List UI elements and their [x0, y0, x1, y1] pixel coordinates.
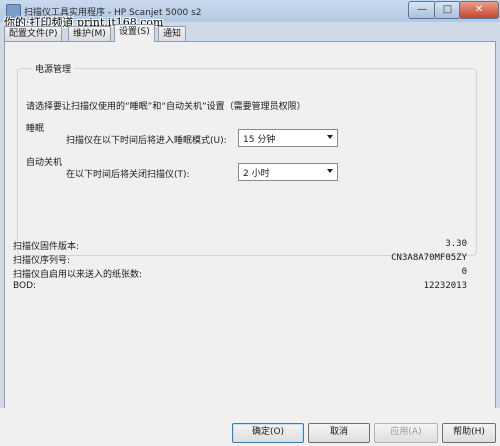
page-count-value: 0: [461, 267, 467, 277]
maximize-button[interactable]: □: [434, 1, 461, 19]
sleep-time-dropdown[interactable]: 15 分钟: [238, 129, 338, 147]
help-button[interactable]: 帮助(H): [442, 423, 496, 443]
bod-label: BOD:: [13, 281, 37, 291]
sleep-heading: 睡眠: [26, 124, 45, 134]
tab-notifications[interactable]: 通知: [158, 26, 187, 41]
chevron-down-icon: [327, 135, 333, 139]
tab-profiles[interactable]: 配置文件(P): [4, 26, 63, 41]
cancel-button[interactable]: 取消: [308, 423, 370, 443]
tab-strip: 配置文件(P) 维护(M) 设置(S) 通知: [4, 24, 496, 42]
minimize-button[interactable]: —: [408, 1, 436, 19]
autooff-time-value: 2 小时: [243, 169, 270, 179]
ok-button[interactable]: 确定(O): [232, 423, 304, 443]
tab-maintenance[interactable]: 维护(M): [68, 26, 111, 41]
close-button[interactable]: ✕: [459, 1, 499, 19]
firmware-version-value: 3.30: [445, 239, 467, 249]
autooff-time-dropdown[interactable]: 2 小时: [238, 163, 338, 181]
chevron-down-icon: [327, 169, 333, 173]
sleep-time-value: 15 分钟: [243, 135, 276, 145]
settings-panel: 电源管理 请选择要让扫描仪使用的“睡眠”和“自动关机”设置（需要管理员权限） 睡…: [4, 41, 496, 409]
power-description: 请选择要让扫描仪使用的“睡眠”和“自动关机”设置（需要管理员权限）: [26, 102, 306, 112]
autooff-heading: 自动关机: [26, 158, 63, 168]
page-count-label: 扫描仪自启用以来送入的纸张数:: [13, 270, 143, 280]
power-management-group: 电源管理 请选择要让扫描仪使用的“睡眠”和“自动关机”设置（需要管理员权限） 睡…: [17, 62, 477, 256]
group-title: 电源管理: [32, 62, 75, 75]
sleep-label: 扫描仪在以下时间后将进入睡眠模式(U):: [66, 136, 227, 146]
autooff-label: 在以下时间后将关闭扫描仪(T):: [66, 170, 190, 180]
firmware-version-label: 扫描仪固件版本:: [13, 242, 80, 252]
bod-value: 12232013: [423, 281, 467, 291]
dialog-button-bar: 确定(O) 取消 应用(A) 帮助(H): [0, 408, 500, 446]
tab-settings[interactable]: 设置(S): [114, 24, 155, 42]
serial-number-label: 扫描仪序列号:: [13, 256, 71, 266]
apply-button[interactable]: 应用(A): [374, 423, 438, 443]
serial-number-value: CN3A8A70MF05ZY: [391, 253, 467, 263]
